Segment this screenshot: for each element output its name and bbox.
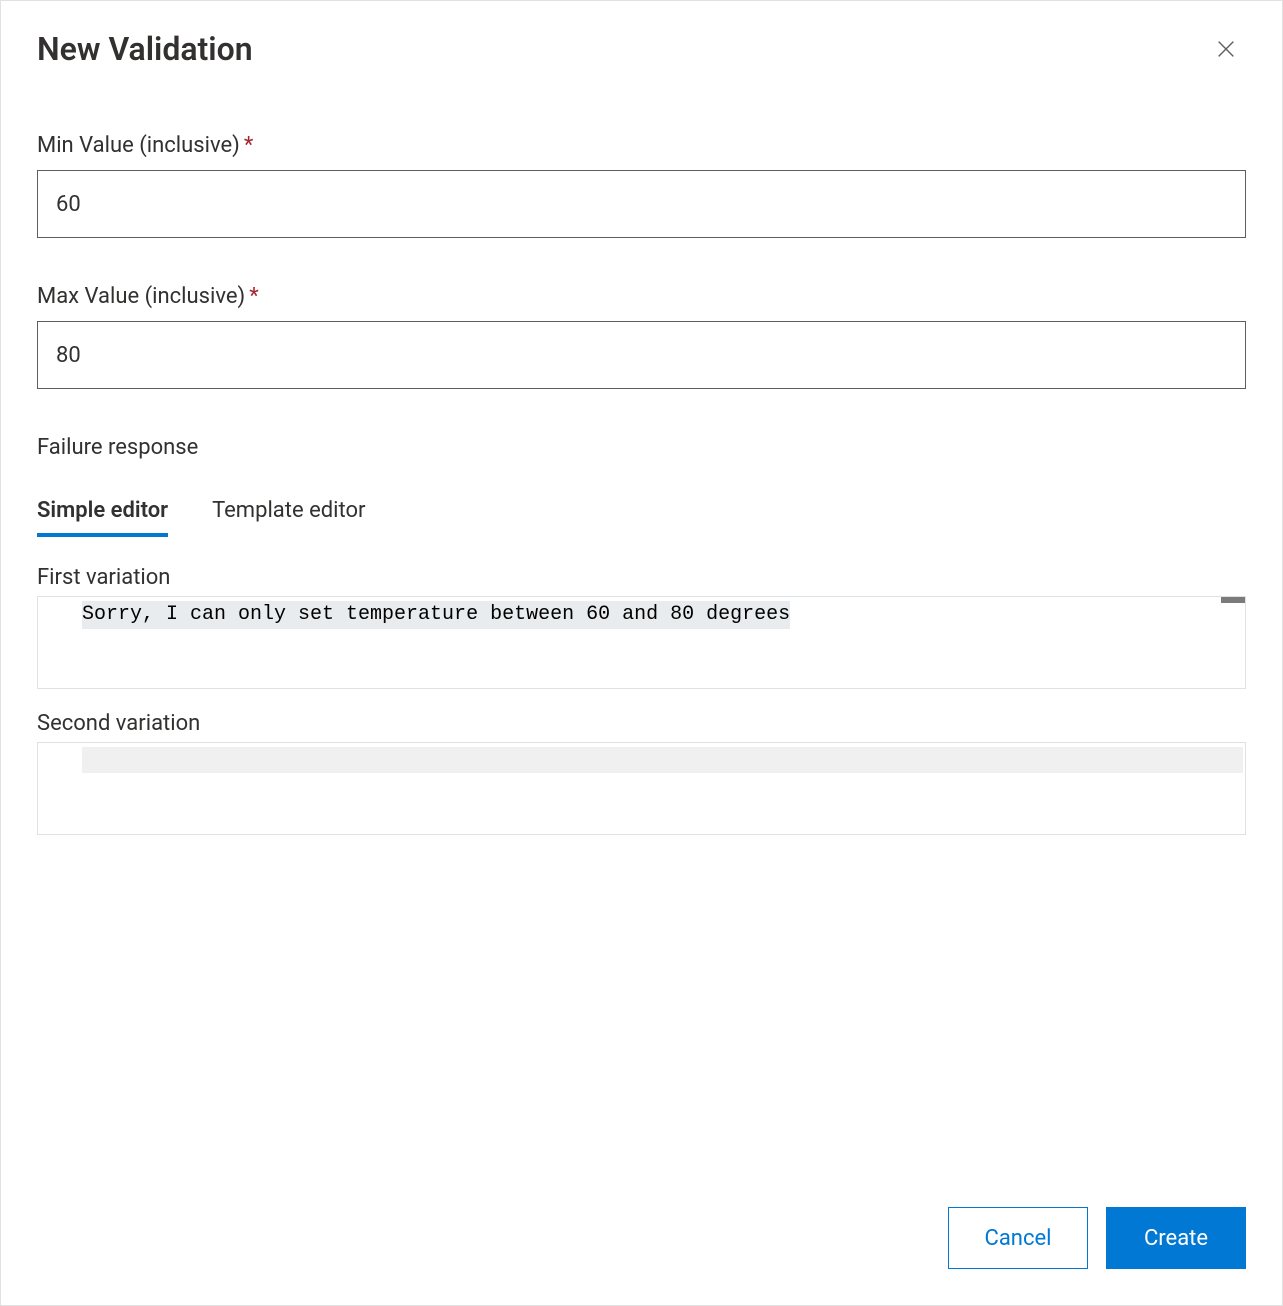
editor-gutter: [38, 597, 82, 688]
failure-response-label: Failure response: [37, 435, 1246, 460]
min-value-label: Min Value (inclusive)*: [37, 133, 1246, 158]
second-variation-text: [82, 747, 1243, 773]
close-button[interactable]: [1206, 29, 1246, 69]
required-asterisk: *: [244, 133, 253, 158]
editor-content[interactable]: Sorry, I can only set temperature betwee…: [82, 597, 1245, 688]
new-validation-dialog: New Validation Min Value (inclusive)* Ma…: [0, 0, 1283, 1306]
first-variation-editor[interactable]: Sorry, I can only set temperature betwee…: [37, 596, 1246, 689]
min-value-field-group: Min Value (inclusive)*: [37, 133, 1246, 238]
min-value-label-text: Min Value (inclusive): [37, 133, 240, 158]
max-value-field-group: Max Value (inclusive)*: [37, 284, 1246, 389]
first-variation-text: Sorry, I can only set temperature betwee…: [82, 601, 790, 629]
tab-template-editor[interactable]: Template editor: [212, 488, 365, 537]
editor-content[interactable]: [82, 743, 1245, 834]
max-value-label: Max Value (inclusive)*: [37, 284, 1246, 309]
editor-gutter: [38, 743, 82, 834]
close-icon: [1215, 38, 1237, 60]
dialog-header: New Validation: [37, 29, 1246, 69]
max-value-input[interactable]: [37, 321, 1246, 389]
scroll-indicator: [1221, 597, 1245, 603]
editor-tabs: Simple editor Template editor: [37, 488, 1246, 537]
second-variation-group: Second variation: [37, 711, 1246, 835]
min-value-input[interactable]: [37, 170, 1246, 238]
second-variation-label: Second variation: [37, 711, 1246, 736]
first-variation-group: First variation Sorry, I can only set te…: [37, 565, 1246, 689]
cancel-button[interactable]: Cancel: [948, 1207, 1088, 1269]
dialog-title: New Validation: [37, 30, 253, 68]
second-variation-editor[interactable]: [37, 742, 1246, 835]
tab-simple-editor[interactable]: Simple editor: [37, 488, 168, 537]
max-value-label-text: Max Value (inclusive): [37, 284, 245, 309]
dialog-footer: Cancel Create: [37, 1207, 1246, 1269]
create-button[interactable]: Create: [1106, 1207, 1246, 1269]
required-asterisk: *: [249, 284, 258, 309]
failure-response-section: Failure response Simple editor Template …: [37, 435, 1246, 857]
first-variation-label: First variation: [37, 565, 1246, 590]
